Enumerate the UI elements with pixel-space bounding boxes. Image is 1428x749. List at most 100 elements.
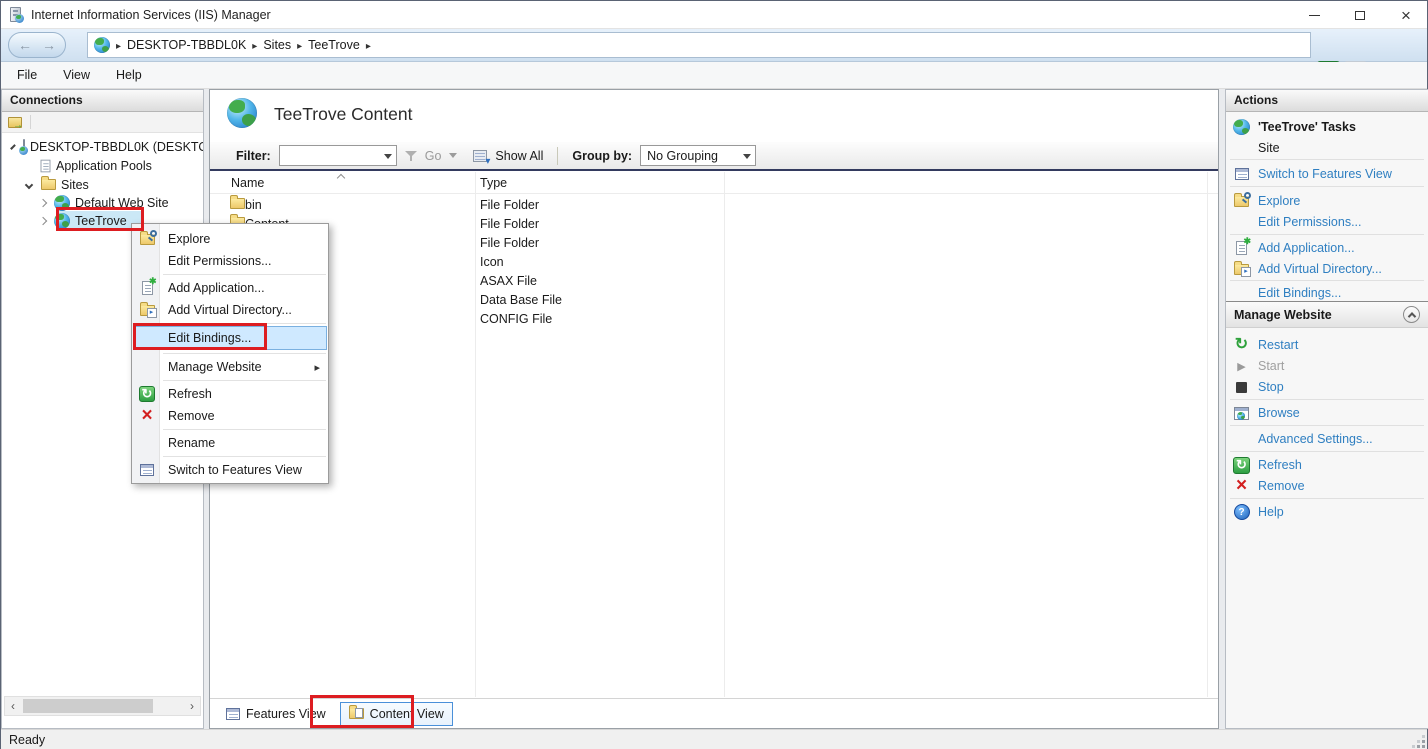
tree-label-teetrove[interactable]: TeeTrove — [75, 214, 127, 228]
action-label[interactable]: Edit Bindings... — [1258, 286, 1341, 300]
tab-features-view[interactable]: Features View — [218, 702, 334, 726]
action-label[interactable]: Remove — [1258, 479, 1305, 493]
tree-label-default-web-site[interactable]: Default Web Site — [75, 196, 169, 210]
file-row[interactable]: bin File Folder — [210, 195, 1207, 214]
action-help[interactable]: ? Help — [1226, 502, 1428, 522]
filter-input[interactable] — [279, 145, 397, 166]
context-add-virtual-directory[interactable]: Add Virtual Directory... — [132, 299, 328, 321]
tree-item-application-pools[interactable]: Application Pools — [2, 156, 203, 175]
file-row[interactable]: ASAX File — [210, 271, 1207, 290]
context-label[interactable]: Manage Website — [168, 360, 262, 374]
tree-label-server[interactable]: DESKTOP-TBBDL0K (DESKTOP — [30, 140, 203, 154]
context-label[interactable]: Edit Bindings... — [168, 331, 251, 345]
tree-label-application-pools[interactable]: Application Pools — [56, 159, 152, 173]
action-label[interactable]: Advanced Settings... — [1258, 432, 1373, 446]
action-label[interactable]: Stop — [1258, 380, 1284, 394]
chevron-expanded-icon[interactable] — [10, 144, 16, 150]
action-label[interactable]: Restart — [1258, 338, 1298, 352]
action-restart[interactable]: Restart — [1226, 335, 1428, 355]
scroll-left-arrow[interactable]: ‹ — [5, 697, 21, 715]
context-label[interactable]: Remove — [168, 409, 215, 423]
context-edit-permissions[interactable]: Edit Permissions... — [132, 250, 328, 272]
tree-item-sites[interactable]: Sites — [2, 175, 203, 194]
show-all-button[interactable]: Show All — [495, 149, 543, 163]
context-switch-to-features-view[interactable]: Switch to Features View — [132, 459, 328, 481]
action-label[interactable]: Explore — [1258, 194, 1300, 208]
maximize-button[interactable] — [1337, 1, 1383, 29]
tree-label-sites[interactable]: Sites — [61, 178, 89, 192]
chevron-collapsed-icon[interactable] — [39, 198, 47, 206]
action-label[interactable]: Switch to Features View — [1258, 167, 1392, 181]
context-menu: Explore Edit Permissions... Add Applicat… — [131, 223, 329, 484]
new-connection-icon[interactable] — [8, 117, 22, 128]
action-browse[interactable]: Browse — [1226, 403, 1428, 423]
action-advanced-settings[interactable]: Advanced Settings... — [1226, 429, 1428, 449]
file-row[interactable]: CONFIG File — [210, 309, 1207, 328]
file-row[interactable]: File Folder — [210, 233, 1207, 252]
action-edit-permissions[interactable]: Edit Permissions... — [1226, 212, 1428, 232]
action-edit-bindings[interactable]: Edit Bindings... — [1226, 283, 1428, 303]
context-manage-website[interactable]: Manage Website — [132, 356, 328, 378]
chevron-expanded-icon[interactable] — [25, 180, 33, 188]
file-type: CONFIG File — [480, 312, 552, 326]
breadcrumb-teetrove[interactable]: TeeTrove — [308, 38, 360, 52]
collapse-button[interactable] — [1403, 306, 1420, 323]
action-label[interactable]: Refresh — [1258, 458, 1302, 472]
action-label[interactable]: Help — [1258, 505, 1284, 519]
menu-help[interactable]: Help — [116, 68, 142, 82]
action-switch-to-features-view[interactable]: Switch to Features View — [1226, 164, 1428, 184]
context-label[interactable]: Add Application... — [168, 281, 265, 295]
features-view-icon — [1235, 168, 1249, 180]
context-label[interactable]: Edit Permissions... — [168, 254, 272, 268]
combo-caret-icon[interactable] — [384, 154, 392, 159]
chevron-collapsed-icon[interactable] — [39, 216, 47, 224]
resize-grip[interactable] — [1422, 745, 1425, 748]
file-row[interactable]: Data Base File — [210, 290, 1207, 309]
file-row[interactable]: Icon — [210, 252, 1207, 271]
combo-caret-icon[interactable] — [743, 154, 751, 159]
breadcrumb-sites[interactable]: Sites — [263, 38, 291, 52]
tree-item-server[interactable]: DESKTOP-TBBDL0K (DESKTOP — [2, 137, 203, 156]
tree-item-default-web-site[interactable]: Default Web Site — [2, 193, 203, 212]
column-header-name[interactable]: Name — [231, 176, 264, 190]
close-button[interactable] — [1383, 1, 1428, 29]
action-remove[interactable]: Remove — [1226, 476, 1428, 496]
column-header-type[interactable]: Type — [480, 176, 507, 190]
scrollbar-thumb[interactable] — [23, 699, 153, 713]
back-button[interactable]: ← — [18, 33, 32, 57]
action-explore[interactable]: Explore — [1226, 191, 1428, 211]
file-row[interactable]: Content File Folder — [210, 214, 1207, 233]
context-label[interactable]: Explore — [168, 232, 210, 246]
menu-file[interactable]: File — [17, 68, 37, 82]
context-remove[interactable]: Remove — [132, 405, 328, 427]
go-button[interactable]: Go — [425, 149, 442, 163]
breadcrumb-server[interactable]: DESKTOP-TBBDL0K — [127, 38, 246, 52]
context-rename[interactable]: Rename — [132, 432, 328, 454]
go-dropdown-caret[interactable] — [449, 153, 457, 158]
context-label[interactable]: Switch to Features View — [168, 463, 302, 477]
action-add-application[interactable]: Add Application... — [1226, 238, 1428, 258]
file-type: File Folder — [480, 198, 539, 212]
action-add-virtual-directory[interactable]: Add Virtual Directory... — [1226, 259, 1428, 279]
breadcrumb[interactable]: DESKTOP-TBBDL0K Sites TeeTrove — [87, 32, 1311, 58]
minimize-button[interactable] — [1291, 1, 1337, 29]
scroll-right-arrow[interactable]: › — [184, 697, 200, 715]
context-explore[interactable]: Explore — [132, 228, 328, 250]
tab-content-view[interactable]: Content View — [340, 702, 453, 726]
action-label[interactable]: Add Virtual Directory... — [1258, 262, 1382, 276]
group-by-select[interactable]: No Grouping — [640, 145, 756, 166]
action-label[interactable]: Edit Permissions... — [1258, 215, 1362, 229]
context-label[interactable]: Refresh — [168, 387, 212, 401]
menu-view[interactable]: View — [63, 68, 90, 82]
context-add-application[interactable]: Add Application... — [132, 277, 328, 299]
context-label[interactable]: Rename — [168, 436, 215, 450]
action-label[interactable]: Add Application... — [1258, 241, 1355, 255]
action-label[interactable]: Browse — [1258, 406, 1300, 420]
context-edit-bindings[interactable]: Edit Bindings... — [132, 327, 328, 349]
forward-button[interactable]: → — [42, 33, 56, 57]
context-label[interactable]: Add Virtual Directory... — [168, 303, 292, 317]
context-refresh[interactable]: Refresh — [132, 383, 328, 405]
horizontal-scrollbar[interactable]: ‹ › — [4, 696, 201, 716]
action-refresh[interactable]: Refresh — [1226, 455, 1428, 475]
action-stop[interactable]: Stop — [1226, 377, 1428, 397]
